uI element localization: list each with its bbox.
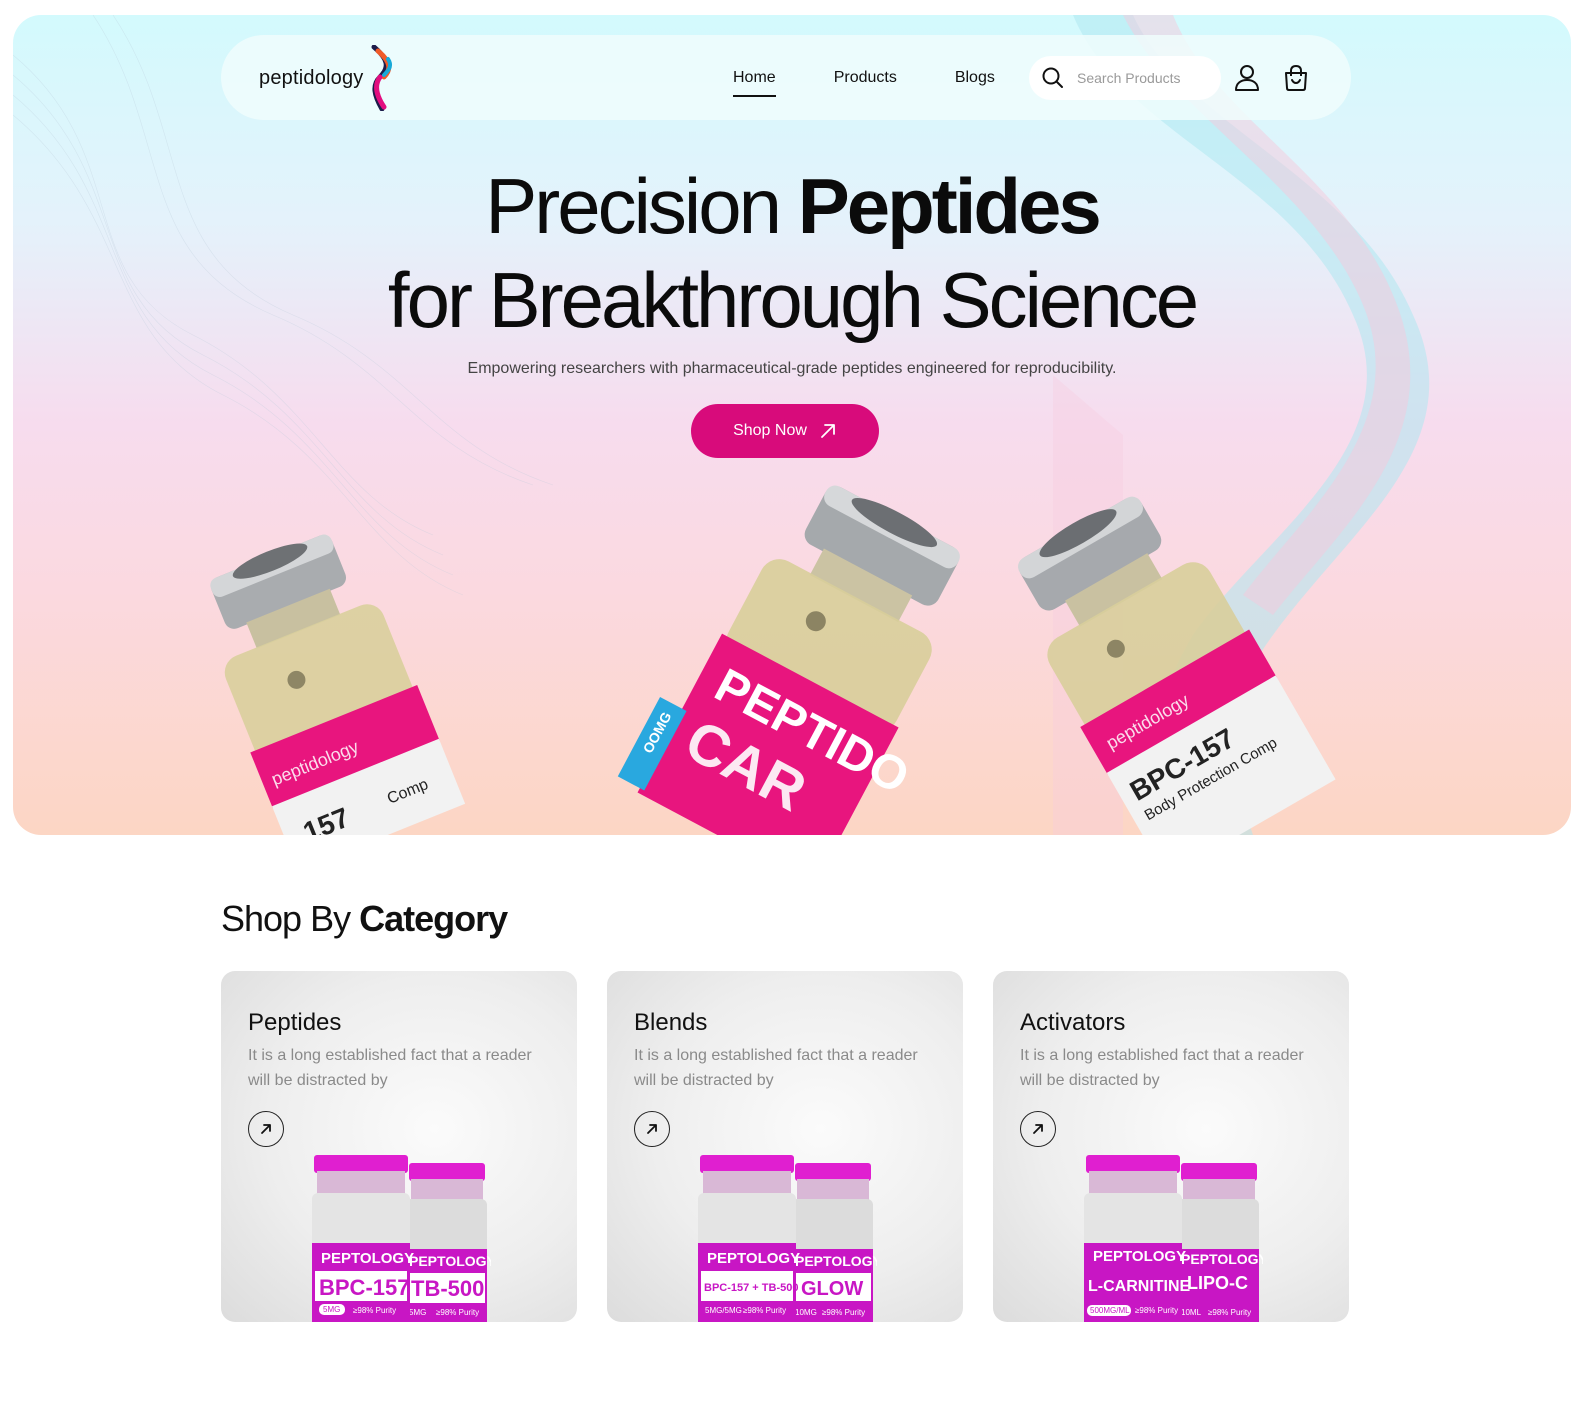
vial-name: LIPO-C: [1187, 1273, 1248, 1293]
top-navbar: peptidology Home Products Blogs: [221, 35, 1351, 120]
vial-purity: ≥98% Purity: [743, 1306, 786, 1315]
hero-title-bold: Peptides: [797, 162, 1102, 250]
cart-button[interactable]: [1281, 63, 1311, 93]
category-card-title: Peptides: [248, 1009, 342, 1036]
vial-dose: 5MG: [323, 1305, 340, 1314]
vial-dose: 5MG/5MG: [705, 1306, 742, 1315]
category-card-blends[interactable]: Blends It is a long established fact tha…: [607, 971, 963, 1322]
hero-subtitle: Empowering researchers with pharmaceutic…: [467, 360, 1117, 377]
arrow-up-right-icon: [1033, 1124, 1043, 1134]
nav-link-products[interactable]: Products: [834, 69, 897, 87]
category-card-link[interactable]: [248, 1111, 284, 1147]
vial-dose: 5MG: [409, 1308, 426, 1317]
category-card-description: It is a long established fact that a rea…: [1020, 1047, 1304, 1089]
vial-purity: ≥98% Purity: [353, 1306, 396, 1315]
category-card-link[interactable]: [1020, 1111, 1056, 1147]
hero-title-light: Precision: [485, 162, 782, 250]
vial-brand: PEPTOLOGY: [321, 1250, 414, 1267]
category-card-link[interactable]: [634, 1111, 670, 1147]
hero-title-line1: Precision Peptides: [13, 161, 1571, 252]
nav-links: Home Products Blogs: [733, 35, 1053, 120]
vial-dose: 10MG: [795, 1308, 817, 1317]
vial-name: GLOW: [801, 1278, 863, 1300]
hero-vial-right: peptidology BPC-157 Body Protection Comp: [1018, 496, 1336, 835]
category-card-description: It is a long established fact that a rea…: [248, 1047, 532, 1089]
hero-banner: peptidology Home Products Blogs Search P…: [13, 15, 1571, 835]
search-icon[interactable]: [1041, 66, 1065, 90]
vial-brand: PEPTOLOGY: [795, 1253, 877, 1269]
vial-name: L-CARNITINE: [1088, 1278, 1191, 1295]
hero-vial-center: PEPTIDO CAR OOMG: [617, 485, 960, 835]
arrow-up-right-icon: [261, 1124, 271, 1134]
vial-purity: ≥98% Purity: [1135, 1306, 1178, 1315]
vial-name: TB-500: [411, 1276, 484, 1301]
vial-brand: PEPTOLOGY: [409, 1253, 491, 1269]
category-product-image: PEPTOLOGY GLOW 10MG ≥98% Purity PEPTOLOG…: [698, 1155, 877, 1322]
vial-brand: PEPTOLOGY: [707, 1250, 800, 1267]
brand-logo-mark-icon: [371, 45, 392, 111]
hero-title-line2: for Breakthrough Science: [387, 256, 1199, 344]
arrow-up-right-icon: [821, 424, 835, 438]
search-box[interactable]: [1029, 56, 1221, 100]
vial-brand: PEPTOLOGY: [1181, 1251, 1263, 1267]
category-card-activators[interactable]: Activators It is a long established fact…: [993, 971, 1349, 1322]
user-icon[interactable]: [1234, 64, 1260, 92]
vial-purity: ≥98% Purity: [1208, 1308, 1251, 1317]
category-card-title: Blends: [634, 1009, 708, 1036]
vial-purity: ≥98% Purity: [436, 1308, 479, 1317]
category-section-title: Shop By Category: [221, 898, 508, 940]
vial-name: BPC-157 + TB-500: [704, 1282, 798, 1294]
category-card-title: Activators: [1020, 1009, 1126, 1036]
category-product-image: PEPTOLOGY LIPO-C 10ML ≥98% Purity PEPTOL…: [1084, 1155, 1263, 1322]
vial-brand: PEPTOLOGY: [1093, 1248, 1186, 1265]
brand-logo[interactable]: peptidology: [259, 45, 396, 111]
brand-name: peptidology: [259, 66, 364, 89]
vial-dose: 500MG/ML: [1090, 1306, 1130, 1315]
vial-name: BPC-157: [319, 1275, 409, 1300]
hero-vial-left: peptidology 157 Comp: [210, 534, 466, 835]
nav-link-home[interactable]: Home: [733, 69, 776, 97]
vial-dose: 10ML: [1181, 1308, 1202, 1317]
nav-link-blogs[interactable]: Blogs: [955, 69, 995, 87]
category-card-peptides[interactable]: Peptides It is a long established fact t…: [221, 971, 577, 1322]
category-title-light: Shop By: [221, 898, 351, 939]
category-title-bold: Category: [359, 898, 508, 939]
category-product-image: PEPTOLOGY TB-500 5MG ≥98% Purity PEPTOLO…: [312, 1155, 491, 1322]
shop-now-label: Shop Now: [733, 422, 807, 439]
shop-now-button[interactable]: Shop Now: [691, 404, 879, 458]
cart-icon[interactable]: [1283, 64, 1309, 92]
arrow-up-right-icon: [647, 1124, 657, 1134]
category-card-description: It is a long established fact that a rea…: [634, 1047, 918, 1089]
user-account-button[interactable]: [1232, 63, 1262, 93]
search-input[interactable]: [1077, 70, 1207, 86]
vial-purity: ≥98% Purity: [822, 1308, 865, 1317]
